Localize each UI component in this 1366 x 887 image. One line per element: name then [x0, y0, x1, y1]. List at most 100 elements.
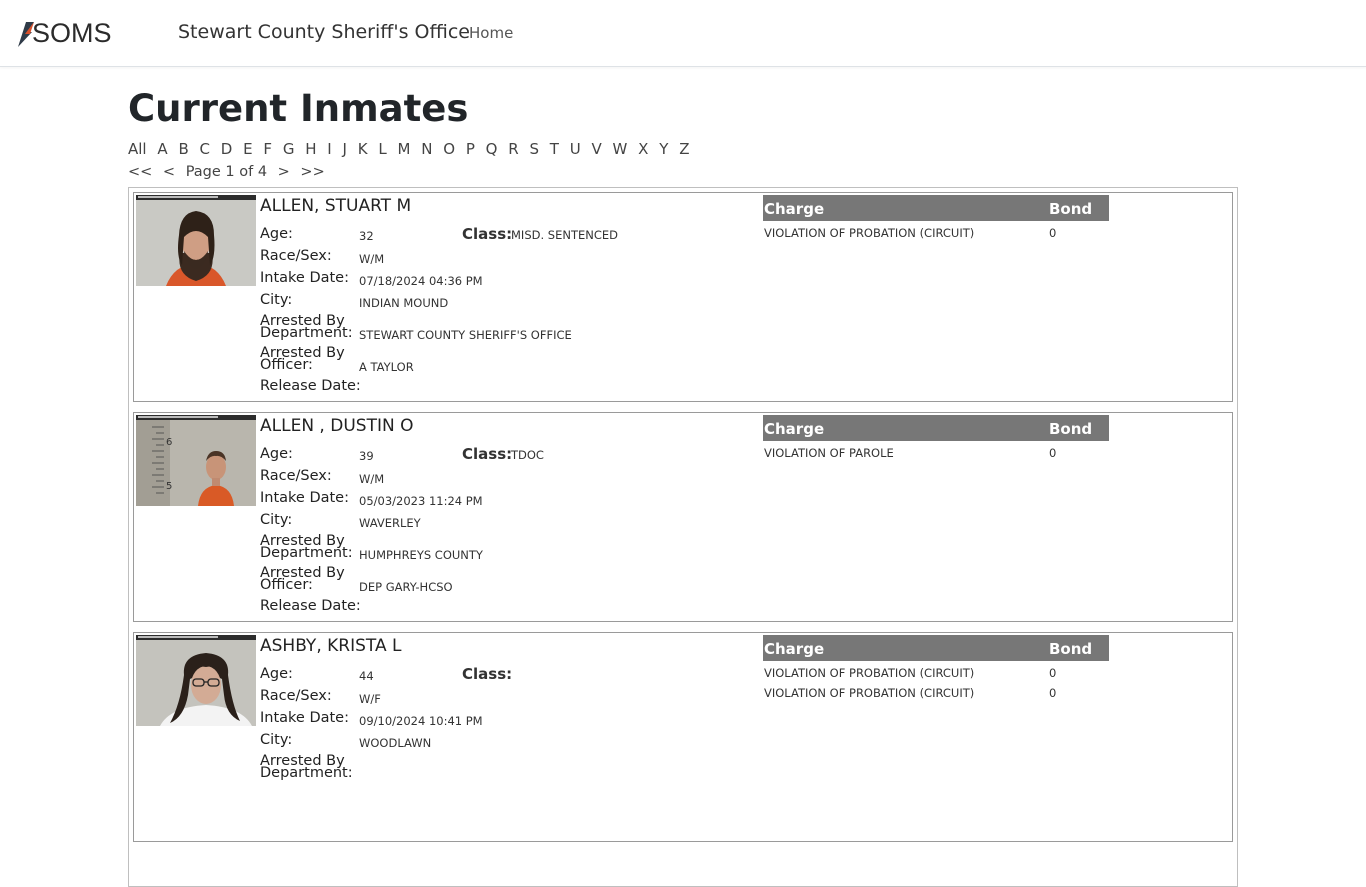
svg-text:5: 5 [166, 481, 172, 492]
alpha-u[interactable]: U [570, 140, 581, 158]
pager: << < Page 1 of 4 > >> [128, 162, 1240, 182]
bond-value: 0 [1049, 666, 1057, 680]
intake-label: Intake Date: [260, 270, 349, 286]
city-value: WOODLAWN [359, 736, 432, 750]
alpha-j[interactable]: J [343, 140, 347, 158]
alpha-p[interactable]: P [466, 140, 475, 158]
inmate-card: ASHBY, KRISTA L Age: 44 Class: Race/Sex:… [133, 632, 1233, 842]
alpha-z[interactable]: Z [679, 140, 689, 158]
age-value: 39 [359, 449, 374, 463]
pager-first[interactable]: << [128, 164, 152, 180]
alpha-f[interactable]: F [263, 140, 272, 158]
charges-table: Charge Bond VIOLATION OF PROBATION (CIRC… [763, 195, 1109, 241]
alpha-e[interactable]: E [243, 140, 252, 158]
bond-value: 0 [1049, 686, 1057, 700]
officer-label-2: Officer: [260, 357, 313, 373]
charge-row: VIOLATION OF PROBATION (CIRCUIT) 0 [763, 661, 1109, 681]
svg-text:6: 6 [166, 437, 172, 448]
alpha-n[interactable]: N [421, 140, 432, 158]
class-label: Class: [462, 225, 513, 243]
alpha-s[interactable]: S [529, 140, 539, 158]
charge-value: VIOLATION OF PROBATION (CIRCUIT) [764, 226, 975, 240]
department-value: HUMPHREYS COUNTY [359, 548, 483, 562]
alphabet-filter: All A B C D E F G H I J K L M N O P Q R … [128, 139, 1240, 159]
age-value: 44 [359, 669, 374, 683]
city-label: City: [260, 512, 293, 528]
charges-table: Charge Bond VIOLATION OF PROBATION (CIRC… [763, 635, 1109, 701]
intake-value: 05/03/2023 11:24 PM [359, 494, 483, 508]
alpha-all[interactable]: All [128, 140, 147, 158]
inmate-card: 6 5 ALLEN , DUSTIN O Age: 39 Class: TDOC… [133, 412, 1233, 622]
alpha-l[interactable]: L [378, 140, 386, 158]
alpha-g[interactable]: G [283, 140, 295, 158]
class-label: Class: [462, 665, 513, 683]
age-label: Age: [260, 226, 293, 242]
class-value: TDOC [511, 448, 544, 462]
age-label: Age: [260, 446, 293, 462]
inmate-card: ALLEN, STUART M Age: 32 Class: MISD. SEN… [133, 192, 1233, 402]
dept-label-2: Department: [260, 765, 353, 781]
inmate-photo[interactable]: 6 5 [136, 415, 256, 506]
alpha-i[interactable]: I [327, 140, 331, 158]
alpha-b[interactable]: B [178, 140, 188, 158]
alpha-r[interactable]: R [508, 140, 518, 158]
charge-value: VIOLATION OF PAROLE [764, 446, 894, 460]
inmate-name: ALLEN , DUSTIN O [260, 416, 414, 436]
age-value: 32 [359, 229, 374, 243]
inmate-photo[interactable] [136, 195, 256, 286]
charges-header: Charge Bond [763, 195, 1109, 221]
alpha-h[interactable]: H [305, 140, 316, 158]
charges-table: Charge Bond VIOLATION OF PAROLE 0 [763, 415, 1109, 461]
pager-label: Page 1 of 4 [185, 164, 268, 180]
alpha-d[interactable]: D [221, 140, 233, 158]
main-content: Current Inmates All A B C D E F G H I J … [128, 67, 1240, 887]
alpha-o[interactable]: O [443, 140, 455, 158]
class-label: Class: [462, 445, 513, 463]
dept-label-2: Department: [260, 325, 353, 341]
race-sex-value: W/F [359, 692, 381, 706]
department-value: STEWART COUNTY SHERIFF'S OFFICE [359, 328, 572, 342]
inmate-photo[interactable] [136, 635, 256, 726]
brand-text: SOMS [32, 18, 112, 48]
charges-header: Charge Bond [763, 415, 1109, 441]
charge-value: VIOLATION OF PROBATION (CIRCUIT) [764, 666, 975, 680]
race-sex-label: Race/Sex: [260, 248, 332, 264]
charge-row: VIOLATION OF PROBATION (CIRCUIT) 0 [763, 221, 1109, 241]
charges-header: Charge Bond [763, 635, 1109, 661]
bond-header: Bond [1049, 420, 1093, 438]
race-sex-value: W/M [359, 252, 385, 266]
intake-label: Intake Date: [260, 710, 349, 726]
charge-value: VIOLATION OF PROBATION (CIRCUIT) [764, 686, 975, 700]
site-title[interactable]: Stewart County Sheriff's Office [178, 21, 470, 43]
city-value: WAVERLEY [359, 516, 421, 530]
class-value: MISD. SENTENCED [511, 228, 618, 242]
charge-row: VIOLATION OF PAROLE 0 [763, 441, 1109, 461]
alpha-q[interactable]: Q [486, 140, 498, 158]
alpha-y[interactable]: Y [659, 140, 668, 158]
bond-value: 0 [1049, 226, 1057, 240]
nav-home-link[interactable]: Home [469, 24, 513, 42]
page-title: Current Inmates [128, 87, 469, 130]
officer-label-2: Officer: [260, 577, 313, 593]
alpha-a[interactable]: A [157, 140, 167, 158]
alpha-x[interactable]: X [638, 140, 648, 158]
navbar: SOMS Stewart County Sheriff's Office Hom… [0, 0, 1366, 67]
city-label: City: [260, 292, 293, 308]
charge-header: Charge [764, 200, 825, 218]
brand-logo[interactable]: SOMS [16, 18, 112, 49]
alpha-t[interactable]: T [550, 140, 559, 158]
race-sex-label: Race/Sex: [260, 688, 332, 704]
charge-header: Charge [764, 420, 825, 438]
alpha-c[interactable]: C [200, 140, 210, 158]
officer-value: A TAYLOR [359, 360, 414, 374]
intake-value: 07/18/2024 04:36 PM [359, 274, 483, 288]
city-value: INDIAN MOUND [359, 296, 449, 310]
alpha-v[interactable]: V [592, 140, 602, 158]
charge-row: VIOLATION OF PROBATION (CIRCUIT) 0 [763, 681, 1109, 701]
alpha-k[interactable]: K [358, 140, 368, 158]
alpha-w[interactable]: W [613, 140, 628, 158]
pager-last[interactable]: >> [300, 164, 324, 180]
alpha-m[interactable]: M [397, 140, 410, 158]
pager-next[interactable]: > [278, 164, 290, 180]
pager-prev[interactable]: < [163, 164, 175, 180]
